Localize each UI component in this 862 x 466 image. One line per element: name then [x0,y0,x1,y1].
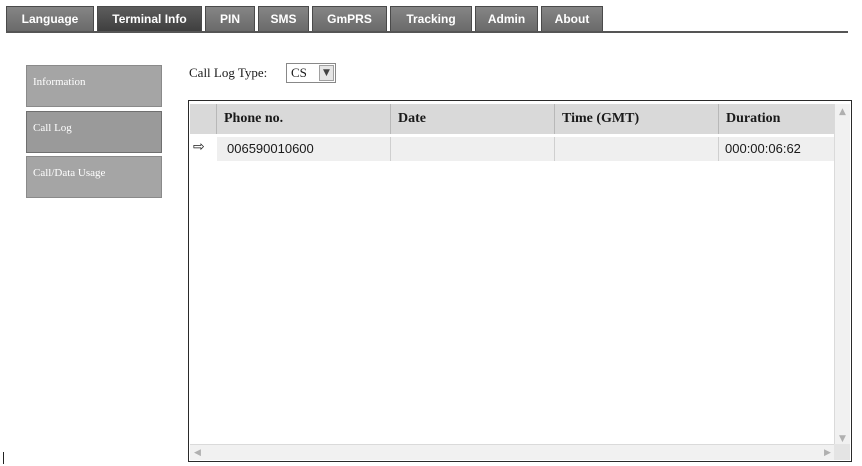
call-log-type-label: Call Log Type: [189,65,268,80]
tab-tracking[interactable]: Tracking [390,6,472,31]
tab-language[interactable]: Language [6,6,94,31]
call-log-type-value: CS [291,65,307,80]
column-header-date[interactable]: Date [391,104,555,134]
cell-phone: 006590010600 [217,137,391,161]
cell-duration: 000:00:06:62 [719,137,835,161]
outgoing-call-icon: ⇨ [190,137,217,161]
tab-gmprs[interactable]: GmPRS [312,6,387,31]
sidebar-item-information[interactable]: Information [26,65,162,107]
tab-divider [6,31,848,33]
call-log-type-select[interactable]: CS ▼ [286,63,336,83]
chevron-down-icon[interactable]: ▼ [319,65,334,81]
tab-sms[interactable]: SMS [258,6,309,31]
scroll-left-icon[interactable]: ◀ [190,445,205,460]
column-header-duration[interactable]: Duration [719,104,835,134]
tab-pin[interactable]: PIN [205,6,255,31]
cell-date [391,137,555,161]
vertical-scrollbar[interactable]: ▲ ▼ [834,104,850,446]
tab-admin[interactable]: Admin [475,6,538,31]
scroll-right-icon[interactable]: ▶ [820,445,835,460]
scroll-up-icon[interactable]: ▲ [835,104,850,119]
text-cursor-mark [3,452,4,464]
column-header-icon [190,104,217,134]
scrollbar-corner [834,444,850,460]
tab-terminal-info[interactable]: Terminal Info [97,6,202,31]
sidebar-item-call-log[interactable]: Call Log [26,111,162,153]
sidebar-item-call-data-usage[interactable]: Call/Data Usage [26,156,162,198]
call-log-table: Phone no. Date Time (GMT) Duration ⇨ 006… [188,100,852,462]
column-header-phone[interactable]: Phone no. [217,104,391,134]
cell-time [555,137,719,161]
tab-about[interactable]: About [541,6,603,31]
horizontal-scrollbar[interactable]: ◀ ▶ [190,444,835,460]
column-header-time[interactable]: Time (GMT) [555,104,719,134]
